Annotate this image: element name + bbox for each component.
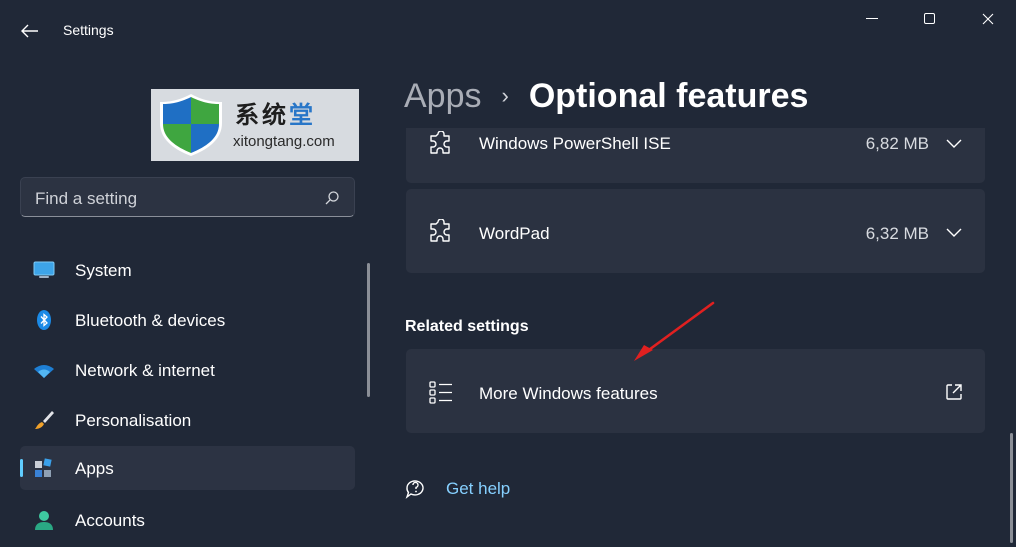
chevron-down-icon[interactable] — [945, 226, 963, 238]
sidebar-item-personalisation[interactable]: Personalisation — [20, 398, 355, 442]
sidebar-item-label: System — [75, 261, 132, 280]
feature-card-powershell-ise[interactable]: Windows PowerShell ISE 6,82 MB — [406, 128, 985, 183]
monitor-icon — [33, 261, 55, 278]
page-title: Optional features — [528, 76, 809, 115]
sidebar-item-label: Accounts — [75, 511, 145, 530]
watermark-chinese: 系统堂 — [235, 100, 316, 129]
sidebar-item-apps[interactable]: Apps — [20, 446, 355, 490]
sidebar-item-accounts[interactable]: Accounts — [20, 498, 355, 542]
watermark-logo: 系统堂 xitongtang.com — [151, 89, 359, 161]
search-icon[interactable] — [324, 190, 340, 206]
back-arrow-icon — [21, 24, 38, 38]
feature-name: WordPad — [479, 224, 550, 243]
feature-name: Windows PowerShell ISE — [479, 134, 671, 153]
selection-indicator — [20, 459, 23, 477]
breadcrumb-parent[interactable]: Apps — [404, 77, 482, 116]
person-icon — [35, 511, 53, 530]
annotation-arrow-icon — [634, 301, 715, 361]
shield-logo-icon — [160, 94, 222, 156]
title-bar: Settings — [0, 0, 1016, 60]
sidebar-item-network[interactable]: Network & internet — [20, 348, 355, 392]
sidebar-item-system[interactable]: System — [20, 248, 355, 292]
breadcrumb: Apps › Optional features — [404, 74, 808, 118]
search-placeholder: Find a setting — [35, 189, 138, 208]
search-input[interactable]: Find a setting — [20, 177, 355, 217]
section-title-related-settings: Related settings — [405, 318, 529, 335]
maximize-icon — [924, 13, 935, 24]
apps-icon — [35, 458, 52, 477]
window-title: Settings — [63, 22, 114, 38]
feature-size: 6,32 MB — [865, 224, 929, 243]
bluetooth-icon — [37, 310, 51, 330]
feature-size: 6,82 MB — [865, 134, 929, 153]
sidebar-item-label: Bluetooth & devices — [75, 311, 226, 330]
watermark-accent-char: 堂 — [289, 100, 316, 129]
paintbrush-icon — [35, 411, 54, 429]
help-chat-icon — [405, 480, 424, 499]
maximize-button[interactable] — [906, 0, 954, 38]
sidebar-item-label: Personalisation — [75, 411, 192, 430]
watermark-url: xitongtang.com — [233, 133, 335, 150]
minimize-button[interactable] — [848, 0, 896, 38]
close-button[interactable] — [964, 0, 1012, 38]
sidebar-item-bluetooth[interactable]: Bluetooth & devices — [20, 298, 355, 342]
list-icon — [429, 381, 452, 404]
feature-card-wordpad[interactable]: WordPad 6,32 MB — [406, 189, 985, 273]
more-windows-features-label: More Windows features — [479, 384, 658, 403]
close-icon — [982, 13, 994, 25]
breadcrumb-separator-icon: › — [501, 83, 509, 108]
sidebar-item-label: Network & internet — [75, 361, 215, 380]
sidebar-item-label: Apps — [75, 459, 114, 478]
wifi-icon — [34, 365, 54, 378]
sidebar-scrollbar[interactable] — [367, 263, 370, 397]
open-external-icon — [946, 384, 962, 400]
minimize-icon — [866, 18, 878, 19]
content-scrollbar[interactable] — [1010, 433, 1013, 543]
chevron-down-icon[interactable] — [945, 137, 963, 149]
back-button[interactable] — [14, 16, 46, 46]
get-help-label: Get help — [446, 479, 511, 498]
puzzle-icon — [430, 219, 450, 242]
puzzle-icon — [430, 131, 450, 154]
